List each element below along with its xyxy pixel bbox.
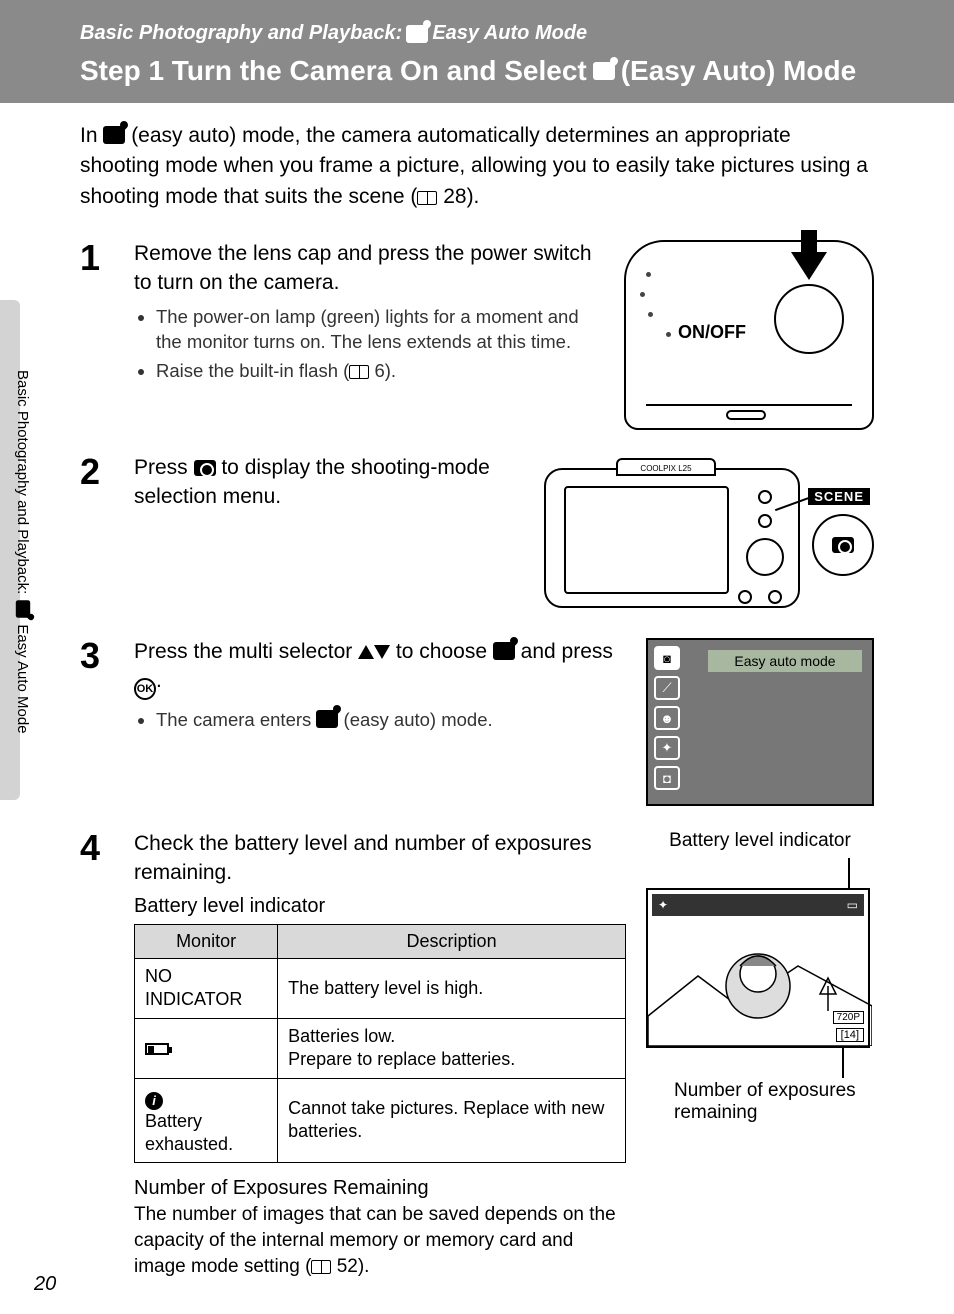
step-body: Remove the lens cap and press the power …: [134, 240, 606, 430]
cell-batt-low-icon: [135, 1018, 278, 1078]
battery-indicator-subtitle: Battery level indicator: [134, 895, 626, 918]
cell-batt-exhausted: i Battery exhausted.: [135, 1078, 278, 1163]
battery-indicator-label: Battery level indicator: [646, 830, 874, 852]
cell-replace-text: Cannot take pictures. Replace with new b…: [278, 1078, 626, 1163]
title-suffix: (Easy Auto) Mode: [621, 55, 856, 87]
breadcrumb-prefix: Basic Photography and Playback:: [80, 22, 402, 45]
step-3: 3 Press the multi selector to choose and…: [80, 638, 874, 806]
mode-menu-diagram: ◙ ⟋ ☻ ✦ ◘ Easy auto mode: [646, 638, 874, 806]
step-number: 1: [80, 240, 116, 430]
step-3-bullet: The camera enters (easy auto) mode.: [156, 708, 628, 733]
down-arrow-icon: [374, 645, 390, 659]
battery-icon: ▭: [847, 898, 858, 912]
table-row: Batteries low. Prepare to replace batter…: [135, 1018, 626, 1078]
step-4-figure: Battery level indicator ✦ ▭ 720P: [646, 830, 874, 1124]
side-tab: Basic Photography and Playback: Easy Aut…: [0, 300, 42, 800]
mode-button-callout: [812, 514, 874, 576]
step-1-list: The power-on lamp (green) lights for a m…: [156, 305, 606, 384]
breadcrumb: Basic Photography and Playback: Easy Aut…: [80, 22, 924, 45]
step-body: Press to display the shooting-mode selec…: [134, 454, 526, 614]
camera-model-label: COOLPIX L25: [616, 458, 716, 476]
step-3-title: Press the multi selector to choose and p…: [134, 638, 628, 699]
step-number: 2: [80, 454, 116, 614]
step-4-title: Check the battery level and number of ex…: [134, 830, 626, 887]
exposures-title: Number of Exposures Remaining: [134, 1177, 626, 1200]
mode-scene-icon: ⟋: [654, 676, 680, 700]
cell-no-indicator: NO INDICATOR: [135, 959, 278, 1019]
book-icon: [349, 365, 369, 379]
table-header-description: Description: [278, 925, 626, 959]
step-1: 1 Remove the lens cap and press the powe…: [80, 240, 874, 430]
step-number: 3: [80, 638, 116, 806]
intro-text: In (easy auto) mode, the camera automati…: [80, 121, 874, 212]
camera-heart-icon: [493, 642, 515, 660]
camera-heart-icon: [593, 62, 615, 80]
mode-icon: ✦: [658, 898, 668, 912]
camera-heart-icon: [16, 601, 30, 619]
mode-movie-icon: ✦: [654, 736, 680, 760]
table-header-monitor: Monitor: [135, 925, 278, 959]
step-number: 4: [80, 830, 116, 1279]
page-title: Step 1 Turn the Camera On and Select (Ea…: [80, 55, 924, 87]
step-1-title: Remove the lens cap and press the power …: [134, 240, 606, 297]
step-2-title: Press to display the shooting-mode selec…: [134, 454, 526, 511]
step-body: Press the multi selector to choose and p…: [134, 638, 628, 806]
step-3-list: The camera enters (easy auto) mode.: [156, 708, 628, 733]
title-prefix: Step 1 Turn the Camera On and Select: [80, 55, 587, 87]
monitor-preview-diagram: ✦ ▭ 720P [14]: [646, 888, 870, 1048]
table-row: NO INDICATOR The battery level is high.: [135, 959, 626, 1019]
scene-label: SCENE: [808, 488, 870, 505]
camera-icon: [832, 537, 854, 553]
exposures-text: The number of images that can be saved d…: [134, 1202, 626, 1279]
mode-auto-icon: ◘: [654, 766, 680, 790]
battery-level-table: Monitor Description NO INDICATOR The bat…: [134, 924, 626, 1163]
info-icon: i: [145, 1092, 163, 1110]
book-icon: [311, 1260, 331, 1274]
battery-low-icon: [145, 1043, 169, 1055]
camera-top-diagram: ON/OFF: [624, 240, 874, 430]
step-4-left: Check the battery level and number of ex…: [134, 830, 626, 1279]
book-icon: [417, 191, 437, 205]
mode-easy-auto-icon: ◙: [654, 646, 680, 670]
up-arrow-icon: [358, 645, 374, 659]
mode-menu-title: Easy auto mode: [708, 650, 862, 672]
mode-smart-portrait-icon: ☻: [654, 706, 680, 730]
side-tab-text: Basic Photography and Playback: Easy Aut…: [14, 370, 32, 734]
mode-menu-icons: ◙ ⟋ ☻ ✦ ◘: [654, 646, 684, 790]
page-number: 20: [34, 1273, 56, 1296]
scene-illustration: [648, 916, 872, 1046]
cell-high: The battery level is high.: [278, 959, 626, 1019]
step-4: 4 Check the battery level and number of …: [80, 830, 874, 1279]
table-row: i Battery exhausted. Cannot take picture…: [135, 1078, 626, 1163]
header-band: Basic Photography and Playback: Easy Aut…: [0, 0, 954, 103]
exposures-remaining-label: Number of exposures remaining: [646, 1080, 874, 1124]
ok-button-icon: OK: [134, 678, 156, 700]
step-2: 2 Press to display the shooting-mode sel…: [80, 454, 874, 614]
resolution-indicator: 720P: [833, 1011, 864, 1024]
arrow-down-icon: [791, 252, 827, 280]
camera-heart-icon: [103, 126, 125, 144]
step-3-figure: ◙ ⟋ ☻ ✦ ◘ Easy auto mode: [646, 638, 874, 806]
step-1-bullet-1: The power-on lamp (green) lights for a m…: [156, 305, 606, 355]
camera-icon: [194, 460, 216, 476]
step-1-figure: ON/OFF: [624, 240, 874, 430]
camera-back-diagram: COOLPIX L25 SCENE: [544, 454, 874, 614]
step-2-figure: COOLPIX L25 SCENE: [544, 454, 874, 614]
step-1-bullet-2: Raise the built-in flash ( 6).: [156, 359, 606, 384]
camera-heart-icon: [316, 710, 338, 728]
camera-heart-icon: [406, 25, 428, 43]
breadcrumb-suffix: Easy Auto Mode: [432, 22, 587, 45]
cell-batt-low-text: Batteries low. Prepare to replace batter…: [278, 1018, 626, 1078]
content: In (easy auto) mode, the camera automati…: [0, 103, 954, 1279]
on-off-label: ON/OFF: [678, 322, 746, 343]
exposures-counter: [14]: [836, 1028, 864, 1042]
